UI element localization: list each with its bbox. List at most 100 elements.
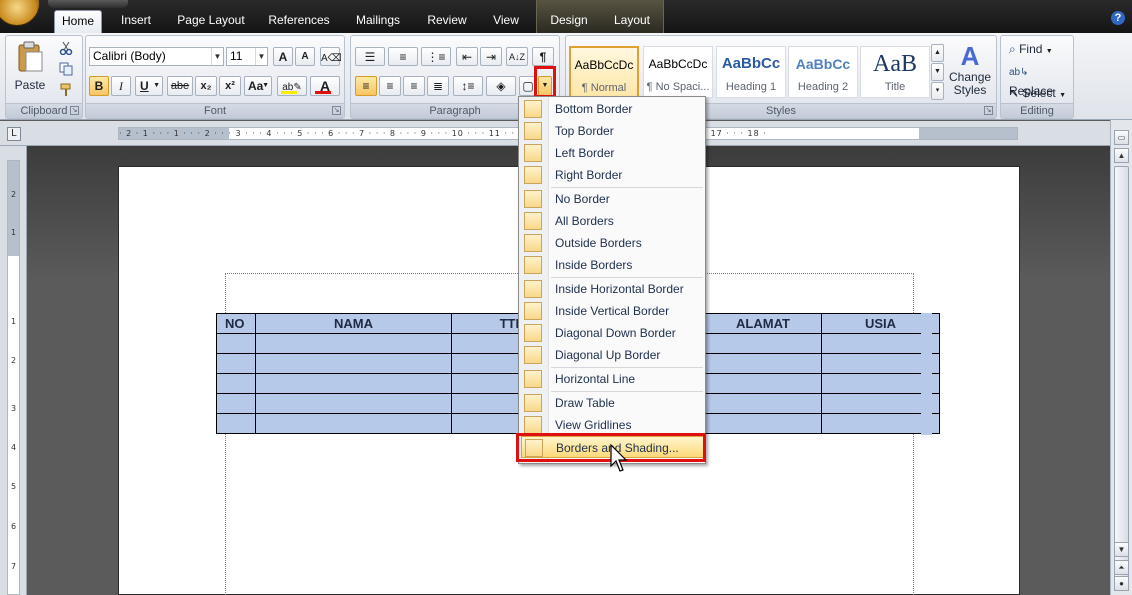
shrink-font-button[interactable]: A: [295, 47, 315, 66]
format-painter-button[interactable]: [56, 82, 76, 100]
cut-button[interactable]: [56, 40, 76, 58]
align-right-button[interactable]: ≡: [403, 76, 425, 96]
superscript-button[interactable]: x²: [219, 76, 241, 96]
find-button[interactable]: ⌕ Find ▼: [1005, 39, 1071, 59]
underline-button[interactable]: U ▼: [135, 76, 163, 96]
menu-item-inside-vertical-border[interactable]: Inside Vertical Border: [521, 300, 704, 322]
tab-page-layout[interactable]: Page Layout: [170, 10, 252, 33]
table-cell[interactable]: [704, 353, 822, 374]
table-cell[interactable]: [255, 413, 452, 434]
ruler-toggle-icon[interactable]: ▭: [1114, 130, 1129, 145]
menu-item-left-border[interactable]: Left Border: [521, 142, 704, 164]
menu-item-diagonal-up-border[interactable]: Diagonal Up Border: [521, 344, 704, 366]
tab-mailings[interactable]: Mailings: [346, 10, 410, 33]
tab-review[interactable]: Review: [420, 10, 474, 33]
table-header-cell[interactable]: ALAMAT: [704, 313, 822, 334]
menu-item-draw-table[interactable]: Draw Table: [521, 392, 704, 414]
paste-button[interactable]: Paste: [12, 40, 48, 98]
shading-button[interactable]: ◈: [486, 76, 516, 96]
styles-scroll-down[interactable]: ▼: [931, 63, 944, 81]
styles-more[interactable]: ▾: [931, 82, 944, 100]
font-size-combo[interactable]: 11 ▼: [226, 47, 268, 66]
table-cell[interactable]: [704, 373, 822, 394]
table-cell[interactable]: [216, 333, 256, 354]
table-cell[interactable]: [704, 393, 822, 414]
chevron-down-icon[interactable]: ▼: [153, 77, 160, 95]
tab-design[interactable]: Design: [541, 10, 597, 33]
tab-view[interactable]: View: [484, 10, 528, 33]
table-cell[interactable]: [216, 393, 256, 414]
table-cell[interactable]: [255, 333, 452, 354]
table-cell[interactable]: [216, 413, 256, 434]
change-case-button[interactable]: Aa ▼: [244, 76, 272, 96]
table-header-cell[interactable]: NAMA: [255, 313, 452, 334]
select-button[interactable]: ↖ Select ▼: [1005, 83, 1071, 103]
menu-item-diagonal-down-border[interactable]: Diagonal Down Border: [521, 322, 704, 344]
line-spacing-button[interactable]: ↕≡: [453, 76, 483, 96]
table-cell[interactable]: [704, 413, 822, 434]
font-launcher-icon[interactable]: ↘: [332, 106, 341, 115]
styles-launcher-icon[interactable]: ↘: [984, 106, 993, 115]
strikethrough-button[interactable]: abe: [167, 76, 193, 96]
menu-item-all-borders[interactable]: All Borders: [521, 210, 704, 232]
decrease-indent-button[interactable]: ⇤: [456, 47, 478, 66]
numbering-button[interactable]: ≡: [388, 47, 418, 66]
chevron-down-icon[interactable]: ▼: [262, 77, 269, 95]
highlight-button[interactable]: ab✎: [277, 76, 307, 96]
help-icon[interactable]: ?: [1111, 11, 1125, 25]
subscript-button[interactable]: x₂: [195, 76, 217, 96]
italic-button[interactable]: I: [111, 76, 131, 96]
style-heading-1[interactable]: AaBbCc Heading 1: [716, 46, 786, 98]
scroll-down-icon[interactable]: ▼: [1114, 542, 1129, 557]
copy-button[interactable]: [56, 61, 76, 79]
vertical-ruler[interactable]: 2 1 1 2 3 4 5 6 7: [7, 160, 20, 595]
table-cell[interactable]: [216, 373, 256, 394]
quick-access-toolbar[interactable]: [48, 0, 128, 8]
align-center-button[interactable]: ≡: [379, 76, 401, 96]
chevron-down-icon[interactable]: ▼: [255, 48, 267, 65]
styles-scroll-up[interactable]: ▲: [931, 44, 944, 62]
tab-home[interactable]: Home: [54, 10, 102, 33]
menu-item-no-border[interactable]: No Border: [521, 188, 704, 210]
tab-references[interactable]: References: [262, 10, 336, 33]
font-color-button[interactable]: A: [310, 76, 340, 96]
style-heading-2[interactable]: AaBbCc Heading 2: [788, 46, 858, 98]
table-cell[interactable]: [255, 393, 452, 414]
table-cell[interactable]: [255, 373, 452, 394]
table-cell[interactable]: [216, 353, 256, 374]
clear-formatting-button[interactable]: A⌫: [320, 47, 342, 66]
menu-item-right-border[interactable]: Right Border: [521, 164, 704, 186]
office-button[interactable]: [0, 0, 40, 26]
bold-button[interactable]: B: [89, 76, 109, 96]
table-cell[interactable]: [704, 333, 822, 354]
sort-button[interactable]: A↓Z: [506, 47, 528, 66]
scroll-thumb[interactable]: [1114, 166, 1129, 581]
menu-item-inside-borders[interactable]: Inside Borders: [521, 254, 704, 276]
menu-item-inside-horizontal-border[interactable]: Inside Horizontal Border: [521, 278, 704, 300]
tab-insert[interactable]: Insert: [110, 10, 162, 33]
select-browse-object-icon[interactable]: ●: [1114, 576, 1129, 591]
bullets-button[interactable]: ☰: [355, 47, 385, 66]
style-title[interactable]: AaB Title: [860, 46, 930, 98]
style-no-spacing[interactable]: AaBbCcDc ¶ No Spaci...: [643, 46, 713, 98]
justify-button[interactable]: ≣: [427, 76, 449, 96]
previous-page-icon[interactable]: ⏶: [1114, 560, 1129, 575]
chevron-down-icon[interactable]: ▼: [211, 48, 223, 65]
vertical-scrollbar[interactable]: ▭ ▲ ▼ ⏶ ●: [1110, 120, 1132, 595]
tab-layout[interactable]: Layout: [603, 10, 661, 33]
menu-item-bottom-border[interactable]: Bottom Border: [521, 98, 704, 120]
scroll-up-icon[interactable]: ▲: [1114, 148, 1129, 163]
clipboard-launcher-icon[interactable]: ↘: [70, 106, 79, 115]
style-normal[interactable]: AaBbCcDc ¶ Normal: [569, 46, 639, 98]
table-header-cell[interactable]: NO: [216, 313, 256, 334]
font-name-combo[interactable]: Calibri (Body) ▼: [89, 47, 224, 66]
replace-button[interactable]: ab↳ Replace: [1005, 61, 1071, 98]
menu-item-horizontal-line[interactable]: Horizontal Line: [521, 368, 704, 390]
menu-item-outside-borders[interactable]: Outside Borders: [521, 232, 704, 254]
align-left-button[interactable]: ≡: [355, 76, 377, 96]
show-hide-button[interactable]: ¶: [532, 47, 554, 66]
menu-item-top-border[interactable]: Top Border: [521, 120, 704, 142]
increase-indent-button[interactable]: ⇥: [480, 47, 502, 66]
table-cell[interactable]: [255, 353, 452, 374]
tab-selector-icon[interactable]: L: [7, 127, 21, 141]
